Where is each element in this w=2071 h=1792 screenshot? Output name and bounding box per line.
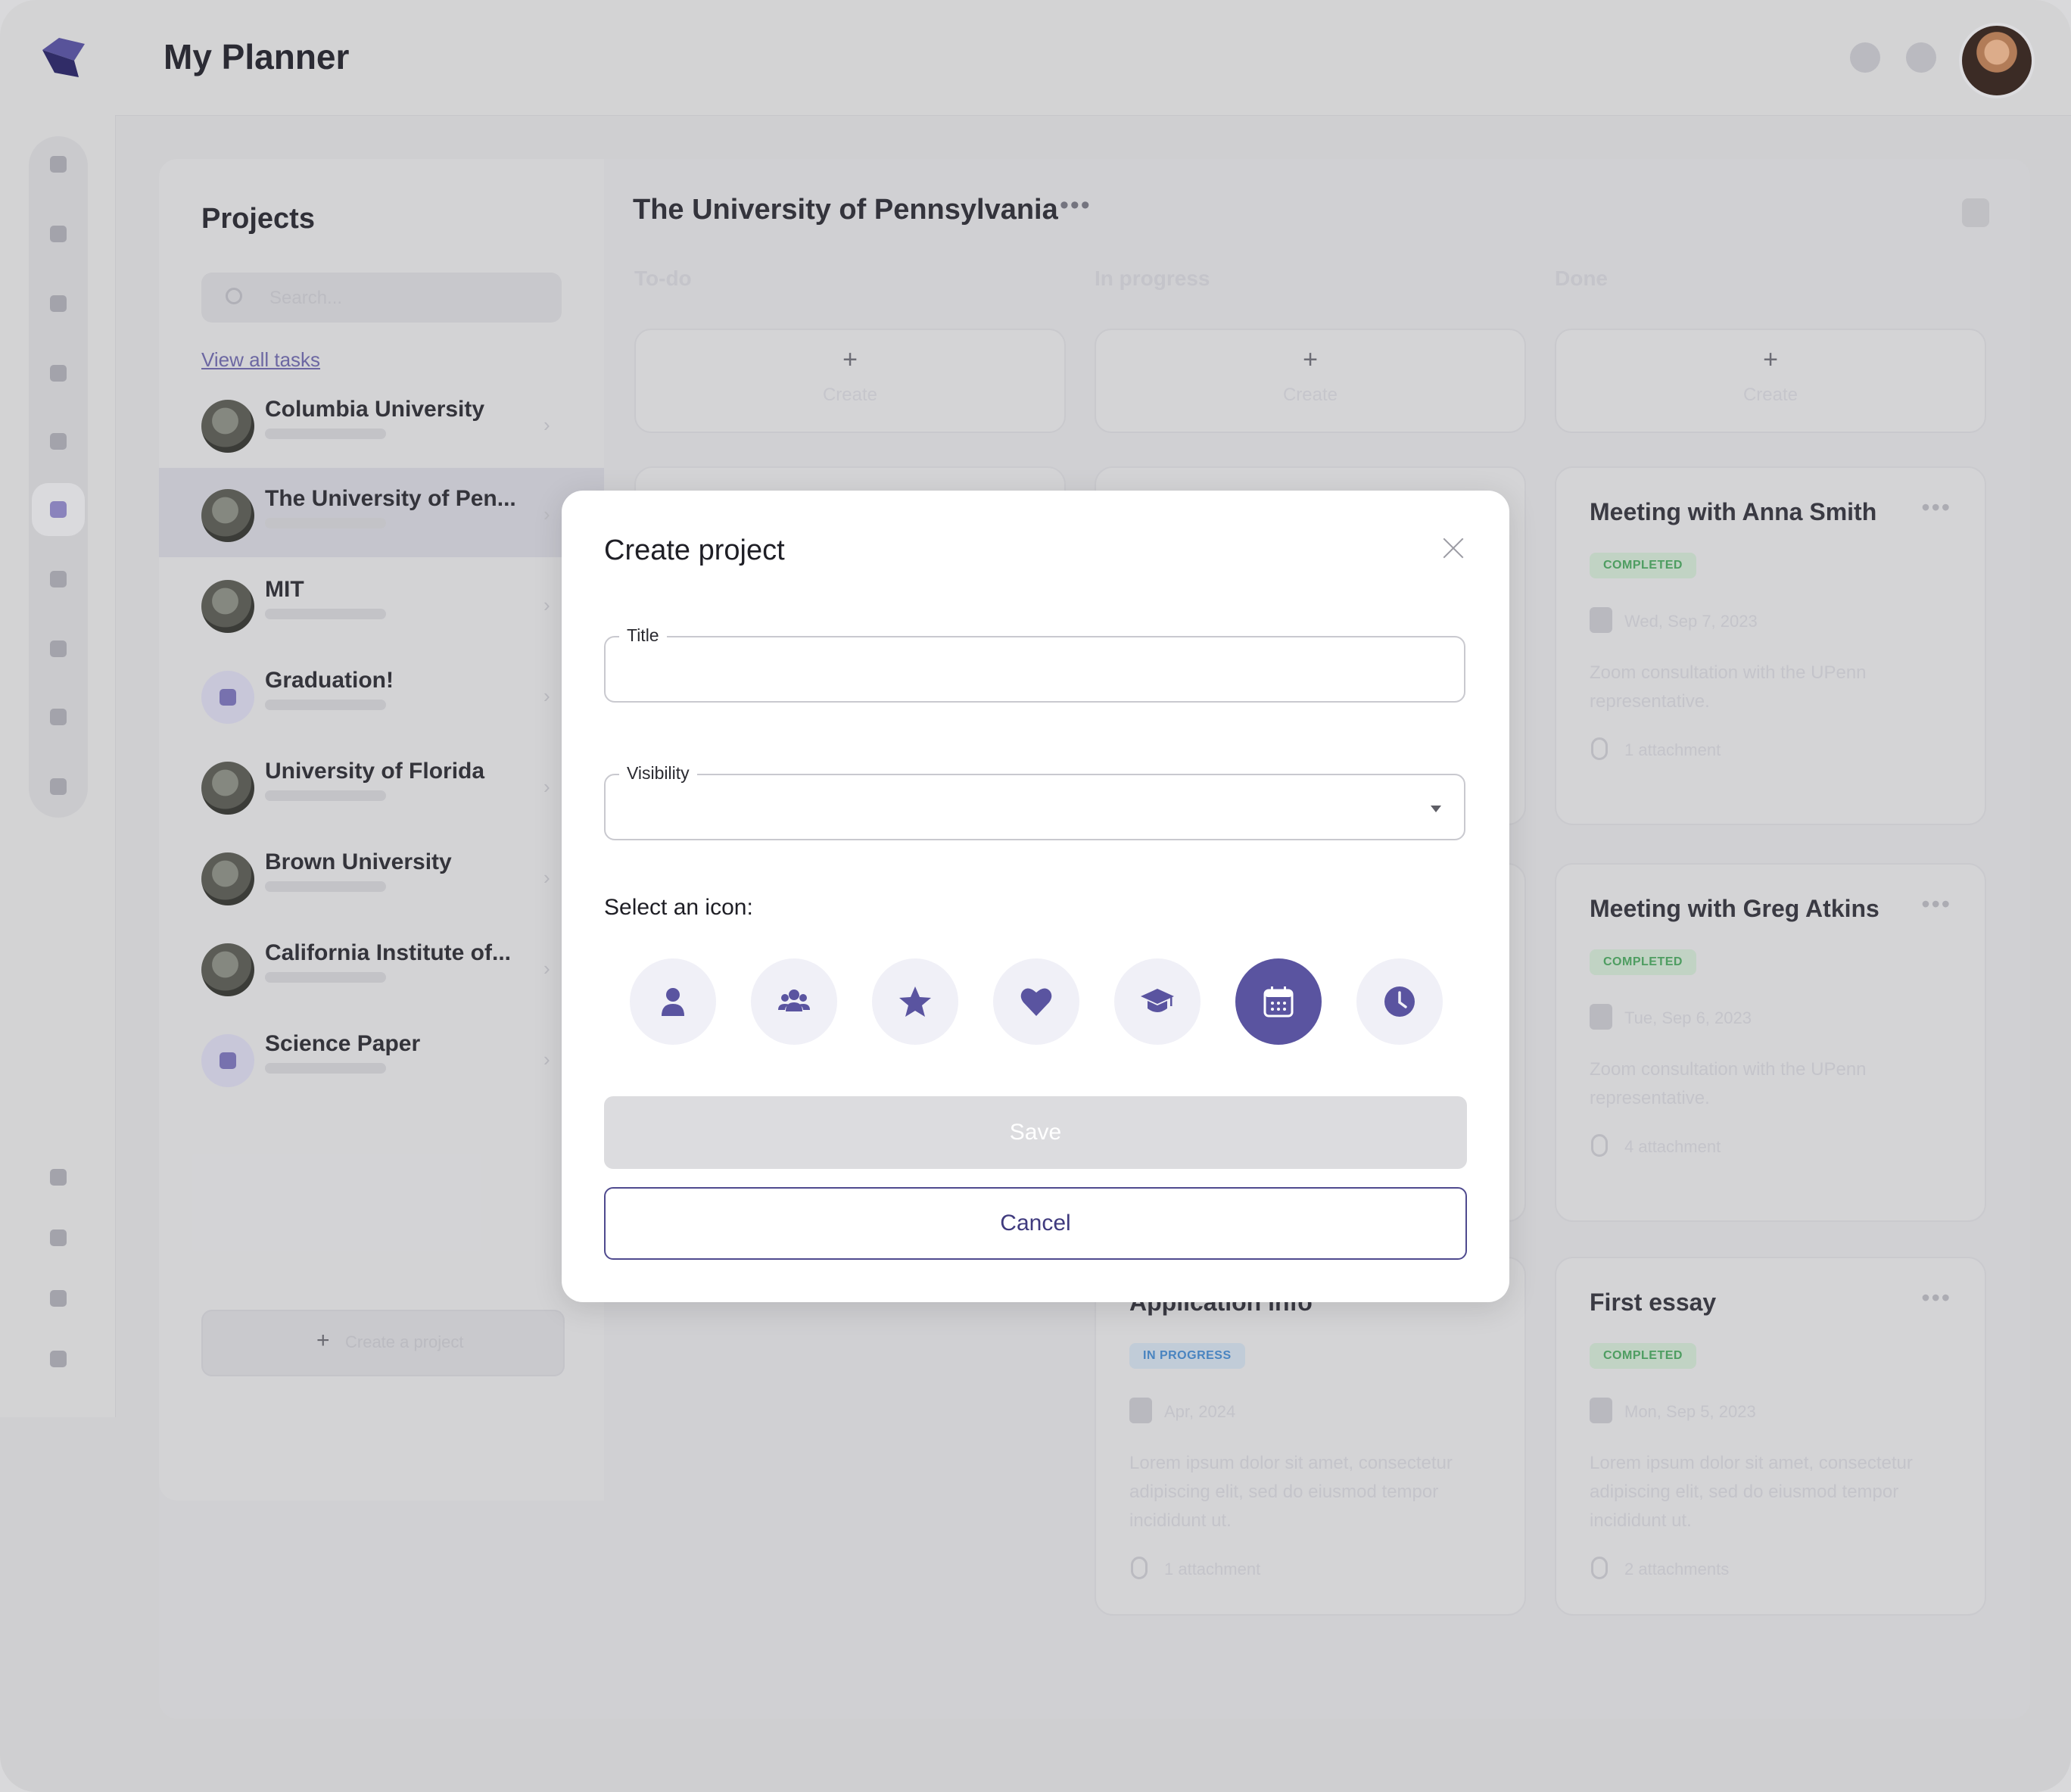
visibility-label: Visibility [619, 763, 697, 784]
title-input[interactable] [624, 651, 1444, 690]
dialog-title: Create project [604, 534, 785, 566]
visibility-select[interactable]: Visibility [604, 763, 1465, 840]
icon-select-label: Select an icon: [604, 895, 753, 920]
close-icon[interactable] [1437, 531, 1470, 565]
dropdown-arrow-icon [1431, 806, 1441, 812]
save-button[interactable]: Save [604, 1096, 1467, 1169]
group-icon[interactable] [751, 958, 837, 1045]
calendar-icon[interactable] [1235, 958, 1322, 1045]
cancel-button[interactable]: Cancel [604, 1187, 1467, 1260]
app-window: My Planner Projects Search... View all t… [0, 0, 2071, 1792]
heart-icon[interactable] [993, 958, 1079, 1045]
clock-icon[interactable] [1356, 958, 1443, 1045]
star-icon[interactable] [872, 958, 958, 1045]
title-field-label: Title [619, 625, 667, 646]
create-project-dialog: Create project Title Visibility Select a… [562, 491, 1509, 1302]
title-field[interactable]: Title [604, 625, 1465, 703]
graduation-cap-icon[interactable] [1114, 958, 1201, 1045]
person-icon[interactable] [630, 958, 716, 1045]
